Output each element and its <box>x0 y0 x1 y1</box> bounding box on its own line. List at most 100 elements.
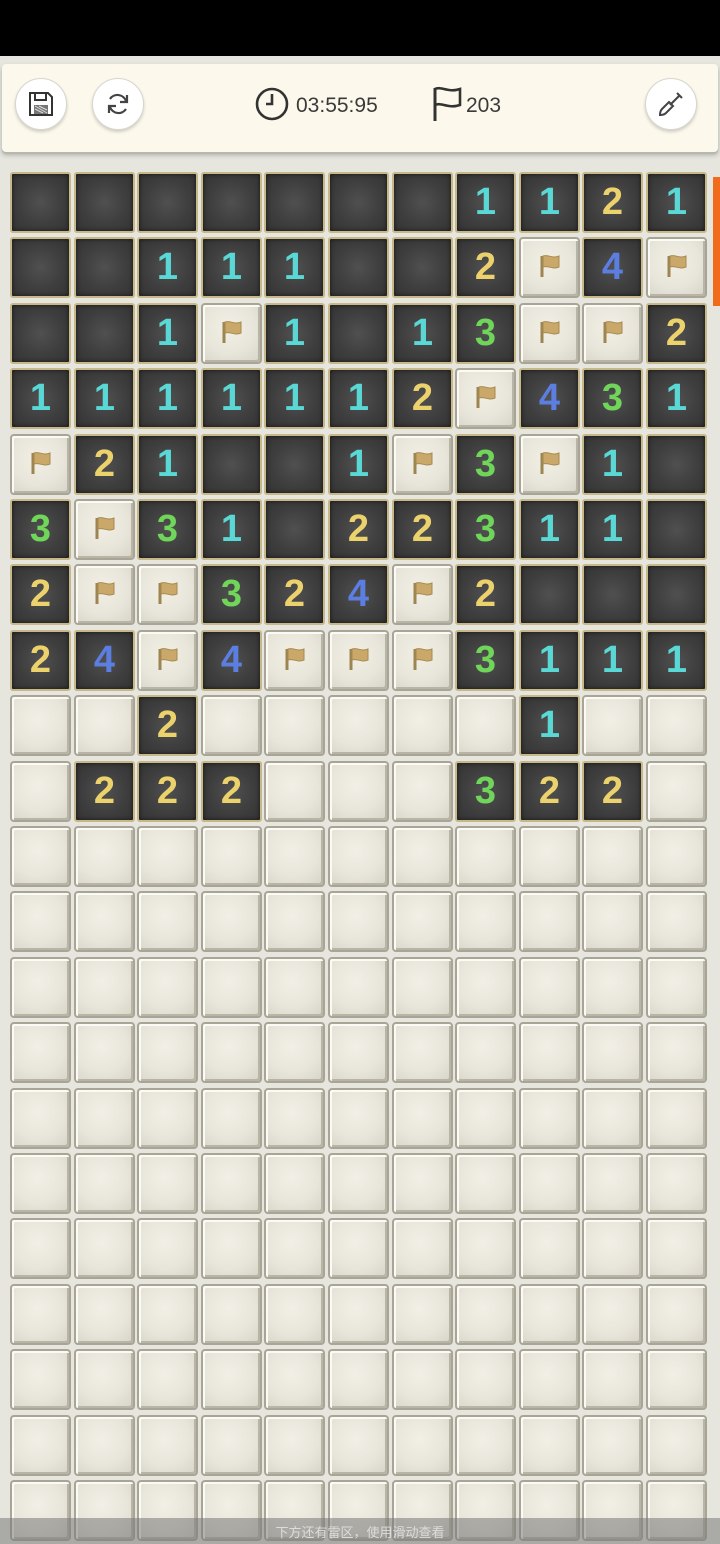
covered-cell[interactable] <box>137 826 198 887</box>
covered-cell[interactable] <box>646 957 707 1018</box>
covered-cell[interactable] <box>582 1349 643 1410</box>
covered-cell[interactable] <box>392 1218 453 1279</box>
number-cell[interactable]: 2 <box>10 564 71 625</box>
covered-cell[interactable] <box>582 1153 643 1214</box>
covered-cell[interactable] <box>201 1218 262 1279</box>
covered-cell[interactable] <box>646 826 707 887</box>
number-cell[interactable]: 1 <box>201 499 262 560</box>
empty-revealed-cell[interactable] <box>646 564 707 625</box>
covered-cell[interactable] <box>74 1088 135 1149</box>
covered-cell[interactable] <box>582 1088 643 1149</box>
covered-cell[interactable] <box>264 1415 325 1476</box>
covered-cell[interactable] <box>264 1022 325 1083</box>
covered-cell[interactable] <box>10 695 71 756</box>
number-cell[interactable]: 1 <box>137 368 198 429</box>
covered-cell[interactable] <box>201 1415 262 1476</box>
flagged-cell[interactable] <box>74 564 135 625</box>
covered-cell[interactable] <box>328 826 389 887</box>
covered-cell[interactable] <box>10 1088 71 1149</box>
number-cell[interactable]: 4 <box>328 564 389 625</box>
covered-cell[interactable] <box>519 826 580 887</box>
covered-cell[interactable] <box>10 957 71 1018</box>
covered-cell[interactable] <box>392 891 453 952</box>
flagged-cell[interactable] <box>392 434 453 495</box>
covered-cell[interactable] <box>10 826 71 887</box>
empty-revealed-cell[interactable] <box>137 172 198 233</box>
number-cell[interactable]: 2 <box>646 303 707 364</box>
empty-revealed-cell[interactable] <box>74 237 135 298</box>
covered-cell[interactable] <box>264 1088 325 1149</box>
covered-cell[interactable] <box>74 1153 135 1214</box>
covered-cell[interactable] <box>264 695 325 756</box>
number-cell[interactable]: 4 <box>519 368 580 429</box>
covered-cell[interactable] <box>328 1415 389 1476</box>
empty-revealed-cell[interactable] <box>646 434 707 495</box>
covered-cell[interactable] <box>392 1153 453 1214</box>
number-cell[interactable]: 3 <box>455 303 516 364</box>
flagged-cell[interactable] <box>392 630 453 691</box>
flagged-cell[interactable] <box>519 303 580 364</box>
covered-cell[interactable] <box>74 1349 135 1410</box>
covered-cell[interactable] <box>74 695 135 756</box>
covered-cell[interactable] <box>392 957 453 1018</box>
number-cell[interactable]: 1 <box>74 368 135 429</box>
covered-cell[interactable] <box>201 695 262 756</box>
covered-cell[interactable] <box>519 1284 580 1345</box>
number-cell[interactable]: 2 <box>519 761 580 822</box>
covered-cell[interactable] <box>264 826 325 887</box>
empty-revealed-cell[interactable] <box>264 499 325 560</box>
covered-cell[interactable] <box>392 1284 453 1345</box>
number-cell[interactable]: 1 <box>392 303 453 364</box>
number-cell[interactable]: 1 <box>264 303 325 364</box>
covered-cell[interactable] <box>137 891 198 952</box>
covered-cell[interactable] <box>455 1153 516 1214</box>
number-cell[interactable]: 1 <box>264 237 325 298</box>
flagged-cell[interactable] <box>328 630 389 691</box>
covered-cell[interactable] <box>328 1284 389 1345</box>
number-cell[interactable]: 2 <box>201 761 262 822</box>
covered-cell[interactable] <box>519 891 580 952</box>
number-cell[interactable]: 1 <box>328 368 389 429</box>
number-cell[interactable]: 1 <box>201 368 262 429</box>
number-cell[interactable]: 1 <box>646 368 707 429</box>
flagged-cell[interactable] <box>392 564 453 625</box>
empty-revealed-cell[interactable] <box>392 172 453 233</box>
covered-cell[interactable] <box>201 1284 262 1345</box>
flagged-cell[interactable] <box>455 368 516 429</box>
covered-cell[interactable] <box>10 1415 71 1476</box>
number-cell[interactable]: 3 <box>455 499 516 560</box>
covered-cell[interactable] <box>10 761 71 822</box>
covered-cell[interactable] <box>264 957 325 1018</box>
number-cell[interactable]: 2 <box>264 564 325 625</box>
covered-cell[interactable] <box>137 1218 198 1279</box>
covered-cell[interactable] <box>137 1088 198 1149</box>
covered-cell[interactable] <box>646 695 707 756</box>
number-cell[interactable]: 1 <box>582 630 643 691</box>
number-cell[interactable]: 2 <box>328 499 389 560</box>
empty-revealed-cell[interactable] <box>74 303 135 364</box>
covered-cell[interactable] <box>137 1022 198 1083</box>
covered-cell[interactable] <box>10 1349 71 1410</box>
number-cell[interactable]: 1 <box>328 434 389 495</box>
covered-cell[interactable] <box>392 695 453 756</box>
covered-cell[interactable] <box>646 1349 707 1410</box>
save-button[interactable] <box>15 78 67 130</box>
covered-cell[interactable] <box>646 1022 707 1083</box>
covered-cell[interactable] <box>392 1415 453 1476</box>
empty-revealed-cell[interactable] <box>328 237 389 298</box>
covered-cell[interactable] <box>328 1218 389 1279</box>
covered-cell[interactable] <box>455 891 516 952</box>
empty-revealed-cell[interactable] <box>201 172 262 233</box>
number-cell[interactable]: 1 <box>582 434 643 495</box>
covered-cell[interactable] <box>646 1415 707 1476</box>
covered-cell[interactable] <box>264 761 325 822</box>
covered-cell[interactable] <box>201 957 262 1018</box>
covered-cell[interactable] <box>10 1284 71 1345</box>
empty-revealed-cell[interactable] <box>10 237 71 298</box>
number-cell[interactable]: 1 <box>519 172 580 233</box>
number-cell[interactable]: 2 <box>137 695 198 756</box>
number-cell[interactable]: 4 <box>582 237 643 298</box>
covered-cell[interactable] <box>74 1284 135 1345</box>
number-cell[interactable]: 1 <box>519 630 580 691</box>
covered-cell[interactable] <box>582 1022 643 1083</box>
